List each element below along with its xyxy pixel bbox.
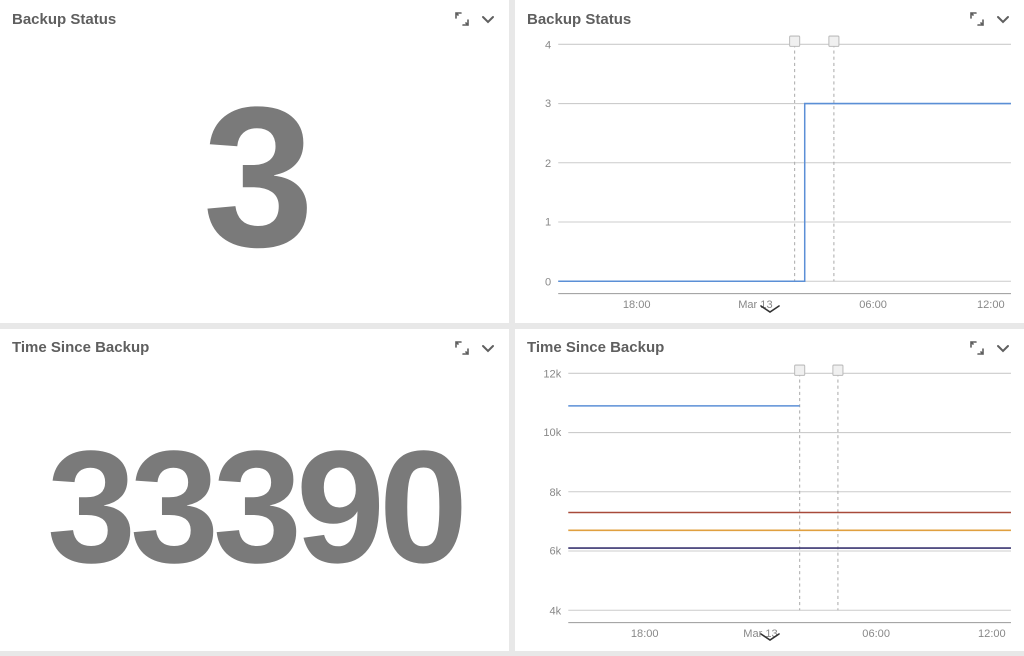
y-tick: 4k bbox=[550, 605, 562, 617]
panel-title: Time Since Backup bbox=[527, 339, 664, 356]
panel-actions bbox=[968, 339, 1012, 357]
chevron-down-icon[interactable] bbox=[994, 10, 1012, 28]
x-tick: 18:00 bbox=[623, 299, 651, 311]
line-chart: 4k 6k 8k 10k 12k 18:00 Mar 13 06:00 12:0… bbox=[523, 363, 1016, 652]
x-tick: 06:00 bbox=[859, 299, 887, 311]
panel-backup-status-chart: Backup Status 0 1 bbox=[515, 0, 1024, 323]
x-tick: 12:00 bbox=[977, 299, 1005, 311]
y-tick: 0 bbox=[545, 276, 551, 288]
x-tick: 18:00 bbox=[631, 627, 659, 639]
chart-area[interactable]: 0 1 2 3 4 18:00 Mar 13 06:00 12:00 bbox=[515, 34, 1024, 323]
metric-value: 33390 bbox=[0, 363, 509, 652]
dashboard-grid: Backup Status 3 Backup Status bbox=[0, 0, 1024, 651]
chevron-down-icon[interactable] bbox=[479, 10, 497, 28]
panel-actions bbox=[453, 339, 497, 357]
panel-time-since-backup-value: Time Since Backup 33390 bbox=[0, 329, 509, 652]
x-tick: 06:00 bbox=[862, 627, 890, 639]
expand-icon[interactable] bbox=[968, 339, 986, 357]
y-tick: 2 bbox=[545, 158, 551, 170]
chevron-down-icon[interactable] bbox=[994, 339, 1012, 357]
expand-icon[interactable] bbox=[968, 10, 986, 28]
y-tick: 8k bbox=[550, 486, 562, 498]
y-tick: 10k bbox=[543, 427, 561, 439]
series-line bbox=[558, 104, 1011, 282]
y-tick: 12k bbox=[543, 368, 561, 380]
panel-header: Time Since Backup bbox=[0, 329, 509, 363]
panel-title: Backup Status bbox=[527, 11, 631, 28]
y-tick: 3 bbox=[545, 98, 551, 110]
panel-actions bbox=[453, 10, 497, 28]
panel-header: Backup Status bbox=[515, 0, 1024, 34]
expand-icon[interactable] bbox=[453, 339, 471, 357]
y-tick: 4 bbox=[545, 39, 551, 51]
line-chart: 0 1 2 3 4 18:00 Mar 13 06:00 12:00 bbox=[523, 34, 1016, 323]
panel-actions bbox=[968, 10, 1012, 28]
time-range-chevron-icon[interactable] bbox=[759, 629, 781, 647]
panel-header: Time Since Backup bbox=[515, 329, 1024, 363]
chart-area[interactable]: 4k 6k 8k 10k 12k 18:00 Mar 13 06:00 12:0… bbox=[515, 363, 1024, 652]
y-tick: 1 bbox=[545, 217, 551, 229]
chevron-down-icon[interactable] bbox=[479, 339, 497, 357]
panel-time-since-backup-chart: Time Since Backup 4k 6k bbox=[515, 329, 1024, 652]
panel-title: Backup Status bbox=[12, 11, 116, 28]
expand-icon[interactable] bbox=[453, 10, 471, 28]
x-tick: 12:00 bbox=[978, 627, 1006, 639]
panel-backup-status-value: Backup Status 3 bbox=[0, 0, 509, 323]
y-tick: 6k bbox=[550, 545, 562, 557]
panel-header: Backup Status bbox=[0, 0, 509, 34]
panel-title: Time Since Backup bbox=[12, 339, 149, 356]
time-range-chevron-icon[interactable] bbox=[759, 301, 781, 319]
metric-value: 3 bbox=[0, 34, 509, 323]
